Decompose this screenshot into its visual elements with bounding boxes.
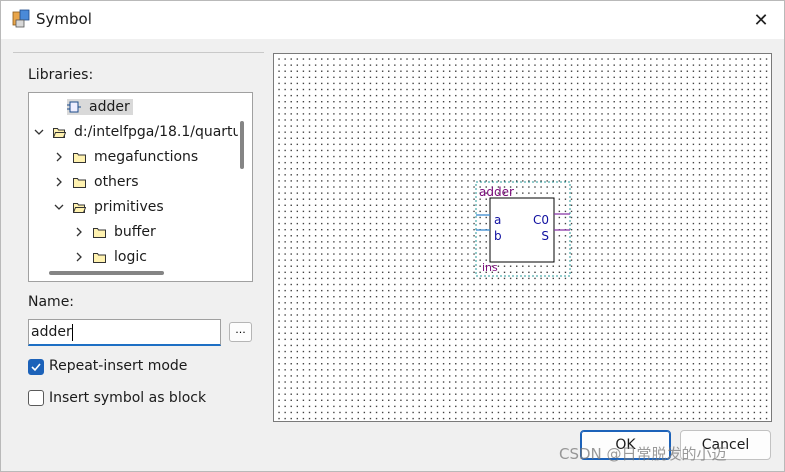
name-label: Name: <box>28 294 75 310</box>
pin-label-c0: C0 <box>533 213 549 227</box>
symbol-drawing: adder ins a b C0 S <box>475 181 571 277</box>
check-icon <box>31 363 41 372</box>
pin-label-s: S <box>541 229 549 243</box>
library-tree[interactable]: adder d:/intelfpga/18.1/quartus/librarie… <box>28 92 253 282</box>
title-bar: Symbol ✕ <box>1 1 784 39</box>
tree-item-others[interactable]: others <box>53 169 252 194</box>
symbol-dialog: Symbol ✕ Libraries: adder d:/intelfpga/1… <box>0 0 785 472</box>
folder-icon <box>93 226 106 238</box>
name-input[interactable]: adder <box>28 319 221 346</box>
chevron-down-icon[interactable] <box>33 126 45 138</box>
tree-item-label: others <box>94 173 139 190</box>
browse-button[interactable]: ... <box>229 322 252 342</box>
folder-icon <box>73 151 86 163</box>
instance-name-text: ins <box>482 261 498 274</box>
chevron-right-icon[interactable] <box>53 151 65 163</box>
pin-label-b: b <box>494 229 502 243</box>
name-input-value: adder <box>31 324 72 340</box>
tree-item-label: adder <box>89 98 130 115</box>
tree-item-label: buffer <box>114 223 156 240</box>
chevron-down-icon[interactable] <box>53 201 65 213</box>
folder-icon <box>93 251 106 263</box>
tree-item-quartus-libraries[interactable]: d:/intelfpga/18.1/quartus/libraries <box>33 119 238 144</box>
tree-item-buffer[interactable]: buffer <box>73 219 252 244</box>
text-caret <box>71 323 73 341</box>
tree-item-label: d:/intelfpga/18.1/quartus/libraries <box>74 123 238 140</box>
insert-as-block-checkbox[interactable] <box>28 390 44 406</box>
vertical-scrollbar[interactable] <box>240 121 244 169</box>
tree-item-label: primitives <box>94 198 164 215</box>
horizontal-scrollbar[interactable] <box>49 271 164 275</box>
symbol-icon <box>67 100 81 114</box>
libraries-label: Libraries: <box>28 67 94 83</box>
tree-item-label: logic <box>114 248 147 265</box>
close-button[interactable]: ✕ <box>738 1 784 39</box>
chevron-right-icon[interactable] <box>73 226 85 238</box>
tree-item-megafunctions[interactable]: megafunctions <box>53 144 252 169</box>
chevron-right-icon[interactable] <box>73 251 85 263</box>
symbol-preview: adder ins a b C0 S <box>273 53 772 422</box>
tree-item-adder[interactable]: adder <box>67 94 252 119</box>
tree-item-logic[interactable]: logic <box>73 244 252 269</box>
close-icon: ✕ <box>753 9 769 31</box>
folder-icon <box>73 176 86 188</box>
folder-open-icon <box>52 126 67 138</box>
repeat-insert-checkbox[interactable] <box>28 359 44 375</box>
pin-label-a: a <box>494 213 501 227</box>
app-icon <box>11 9 31 29</box>
folder-open-icon <box>72 201 87 213</box>
watermark: CSDN @日常脱发的小迈 <box>559 445 727 463</box>
tree-item-primitives[interactable]: primitives <box>53 194 252 219</box>
window-title: Symbol <box>36 10 92 28</box>
insert-as-block-label[interactable]: Insert symbol as block <box>49 390 206 406</box>
tree-item-label: megafunctions <box>94 148 199 165</box>
symbol-name-text: adder <box>479 185 514 199</box>
repeat-insert-label[interactable]: Repeat-insert mode <box>49 358 187 374</box>
separator <box>13 52 264 53</box>
chevron-right-icon[interactable] <box>53 176 65 188</box>
